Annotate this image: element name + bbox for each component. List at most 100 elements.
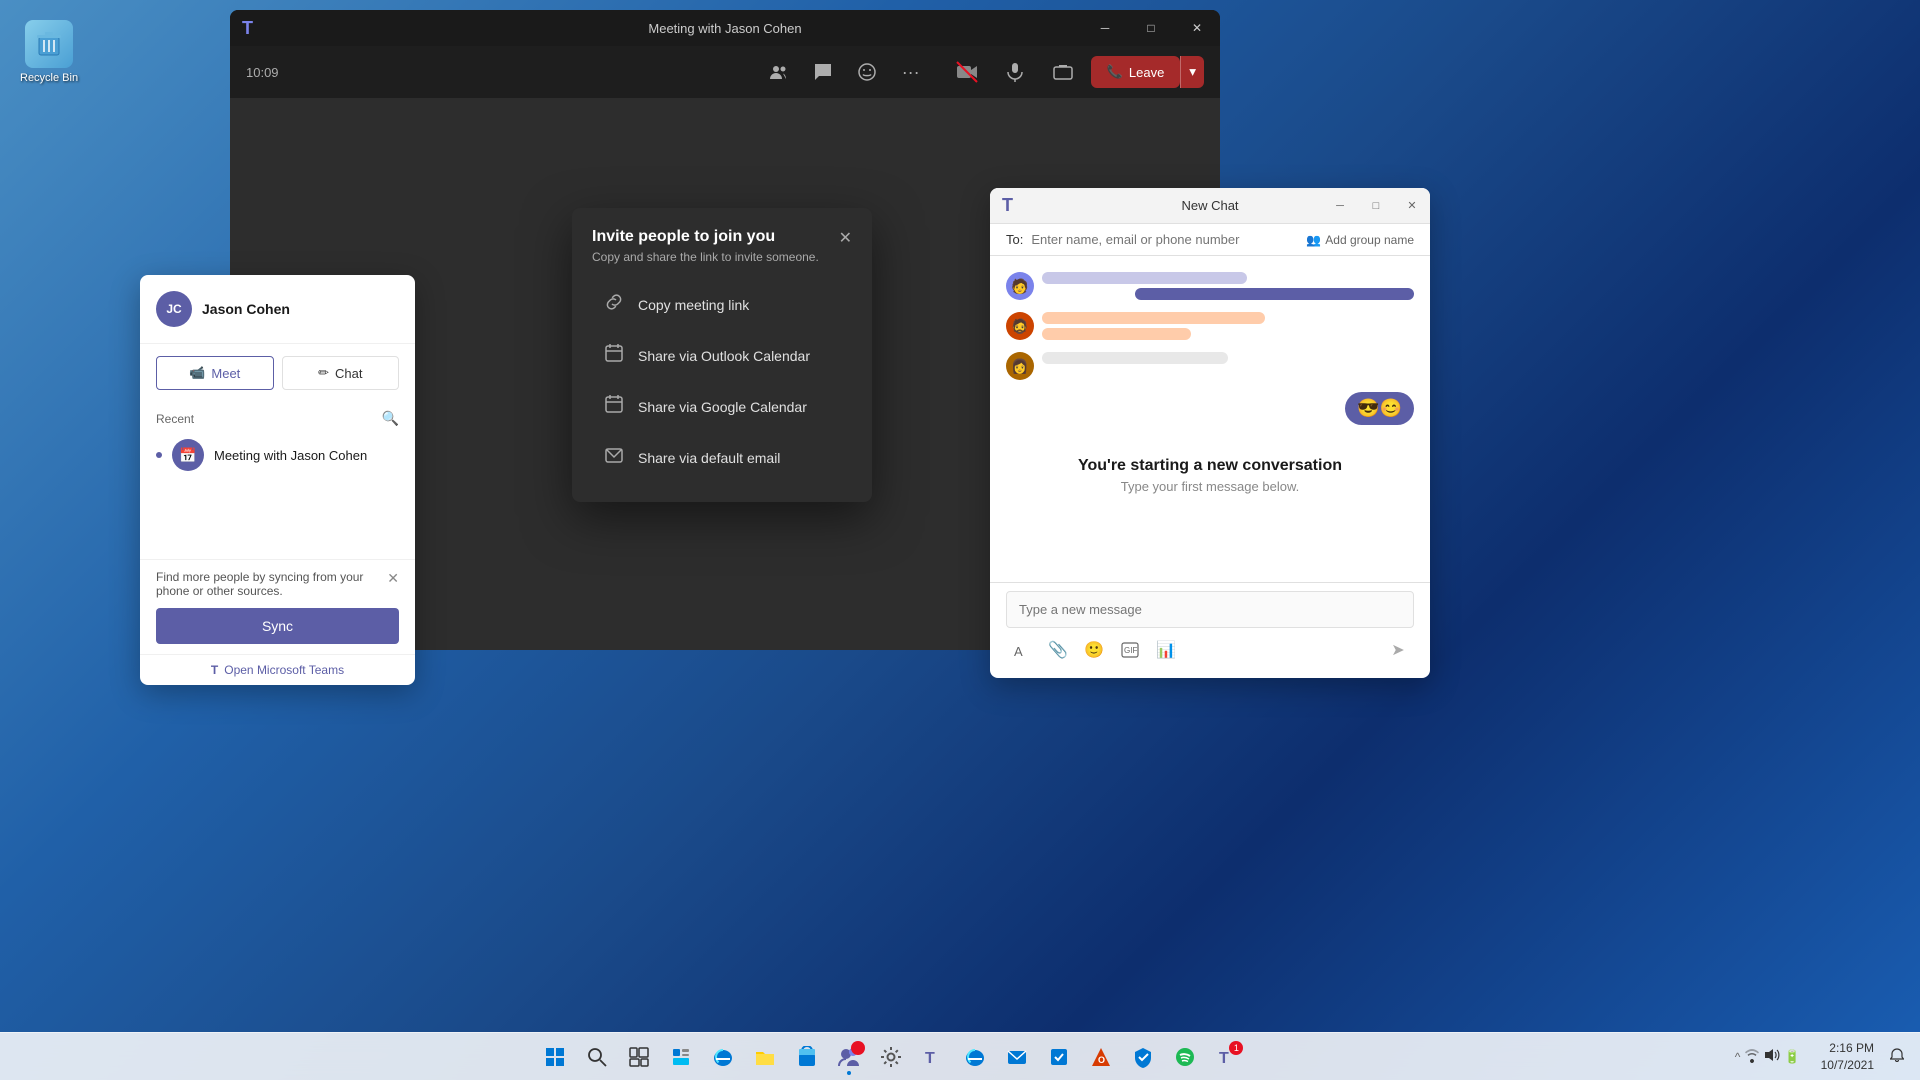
- security-button[interactable]: [1123, 1037, 1163, 1077]
- meet-button[interactable]: 📹 Meet: [156, 356, 274, 390]
- recycle-bin-label: Recycle Bin: [20, 72, 78, 84]
- chart-button[interactable]: 📊: [1150, 634, 1182, 666]
- format-button[interactable]: A: [1006, 634, 1038, 666]
- new-chat-message-input[interactable]: [1006, 591, 1414, 628]
- new-chat-teams-icon: T: [1002, 195, 1013, 216]
- more-icon-button[interactable]: ···: [891, 52, 931, 92]
- svg-text:A: A: [1014, 644, 1023, 658]
- emoji-row: 😎😊: [1006, 392, 1414, 425]
- network-icon[interactable]: [1744, 1047, 1760, 1066]
- message-row-3: 👩: [1006, 352, 1414, 380]
- invite-options-list: Copy meeting link Share via Outlook Cale…: [592, 280, 852, 482]
- share-outlook-option[interactable]: Share via Outlook Calendar: [592, 331, 852, 380]
- message-bubbles-3: [1042, 352, 1414, 364]
- sync-section: Find more people by syncing from your ph…: [140, 559, 415, 685]
- recent-item-icon: 📅: [172, 439, 204, 471]
- message-row-1: 🧑: [1006, 272, 1414, 300]
- new-chat-titlebar: T New Chat ─ □ ✕: [990, 188, 1430, 224]
- minimize-button[interactable]: ─: [1082, 10, 1128, 46]
- new-chat-close-button[interactable]: ✕: [1394, 188, 1430, 224]
- show-hidden-icons[interactable]: ^: [1735, 1050, 1741, 1064]
- taskbar-center: T O: [56, 1037, 1727, 1077]
- new-chat-title: New Chat: [1181, 198, 1238, 213]
- share-outlook-label: Share via Outlook Calendar: [638, 348, 810, 364]
- new-chat-minimize-button[interactable]: ─: [1322, 188, 1358, 224]
- leave-button[interactable]: 📞 Leave: [1091, 56, 1181, 88]
- chat-button[interactable]: ✏ Chat: [282, 356, 400, 390]
- clock-display[interactable]: 2:16 PM 10/7/2021: [1813, 1040, 1882, 1074]
- people-icon-button[interactable]: [759, 52, 799, 92]
- message-row-2: 🧔: [1006, 312, 1414, 340]
- store-button[interactable]: [787, 1037, 827, 1077]
- contact-actions: 📹 Meet ✏ Chat: [140, 344, 415, 402]
- spotify-button[interactable]: [1165, 1037, 1205, 1077]
- settings-button[interactable]: [871, 1037, 911, 1077]
- copy-meeting-link-option[interactable]: Copy meeting link: [592, 280, 852, 329]
- send-button[interactable]: ➤: [1382, 634, 1414, 666]
- edge2-button[interactable]: [955, 1037, 995, 1077]
- add-group-name-button[interactable]: 👥 Add group name: [1306, 233, 1414, 247]
- invite-modal-header: Invite people to join you Copy and share…: [592, 228, 852, 264]
- teams-logo-icon: T: [242, 18, 253, 39]
- task-view-button[interactable]: [619, 1037, 659, 1077]
- teams2-button[interactable]: 1 T: [1207, 1037, 1247, 1077]
- google-calendar-icon: [602, 394, 626, 419]
- teams-app-button[interactable]: T: [913, 1037, 953, 1077]
- teams-small-icon: T: [211, 663, 218, 677]
- sync-button[interactable]: Sync: [156, 608, 399, 644]
- email-icon: [602, 445, 626, 470]
- share-email-option[interactable]: Share via default email: [592, 433, 852, 482]
- mail-button[interactable]: [997, 1037, 1037, 1077]
- teams-chat-button[interactable]: [829, 1037, 869, 1077]
- recent-dot: [156, 452, 162, 458]
- search-button[interactable]: [577, 1037, 617, 1077]
- meeting-title: Meeting with Jason Cohen: [648, 21, 801, 36]
- taskbar: T O: [0, 1032, 1920, 1080]
- new-chat-to-bar: To: 👥 Add group name: [990, 224, 1430, 256]
- chat-icon-button[interactable]: [803, 52, 843, 92]
- recycle-bin[interactable]: Recycle Bin: [20, 20, 78, 84]
- reactions-icon-button[interactable]: [847, 52, 887, 92]
- group-icon: 👥: [1306, 233, 1321, 247]
- mic-icon-button[interactable]: [995, 52, 1035, 92]
- contact-search-icon[interactable]: 🔍: [382, 410, 399, 427]
- notification-button[interactable]: [1886, 1044, 1908, 1069]
- emoji-button[interactable]: 🙂: [1078, 634, 1110, 666]
- leave-dropdown-button[interactable]: ▾: [1180, 56, 1204, 88]
- sync-notice-close-button[interactable]: ✕: [387, 570, 399, 587]
- open-teams-link[interactable]: T Open Microsoft Teams: [140, 654, 415, 685]
- maximize-button[interactable]: □: [1128, 10, 1174, 46]
- outlook-calendar-icon: [602, 343, 626, 368]
- share-email-label: Share via default email: [638, 450, 780, 466]
- to-input[interactable]: [1031, 232, 1298, 247]
- invite-modal-close-button[interactable]: ✕: [839, 228, 852, 248]
- taskbar-right: ^ 🔋 2:16 PM 10/7/2021: [1727, 1040, 1920, 1074]
- bubble-1b: [1135, 288, 1414, 300]
- battery-icon[interactable]: 🔋: [1784, 1049, 1800, 1065]
- start-button[interactable]: [535, 1037, 575, 1077]
- bubble-1a: [1042, 272, 1247, 284]
- bubble-3a: [1042, 352, 1228, 364]
- close-button[interactable]: ✕: [1174, 10, 1220, 46]
- chat-icon: ✏: [318, 365, 329, 381]
- office-button[interactable]: O: [1081, 1037, 1121, 1077]
- toolbar-icons: ···: [759, 52, 931, 92]
- contact-card-header: JC Jason Cohen: [140, 275, 415, 344]
- meeting-toolbar: 10:09: [230, 46, 1220, 98]
- new-chat-restore-button[interactable]: □: [1358, 188, 1394, 224]
- new-chat-messages: 🧑 🧔 👩 😎😊 You're starting a new conversat…: [990, 256, 1430, 582]
- svg-text:T: T: [925, 1050, 935, 1067]
- recent-meeting-item[interactable]: 📅 Meeting with Jason Cohen: [140, 431, 415, 479]
- edge-button[interactable]: [703, 1037, 743, 1077]
- contact-initials: JC: [166, 302, 181, 316]
- gif-button[interactable]: GIF: [1114, 634, 1146, 666]
- share-google-option[interactable]: Share via Google Calendar: [592, 382, 852, 431]
- widgets-button[interactable]: [661, 1037, 701, 1077]
- todo-button[interactable]: [1039, 1037, 1079, 1077]
- share-icon-button[interactable]: [1043, 52, 1083, 92]
- camera-icon-button[interactable]: [947, 52, 987, 92]
- attach-button[interactable]: 📎: [1042, 634, 1074, 666]
- file-explorer-button[interactable]: [745, 1037, 785, 1077]
- contact-name: Jason Cohen: [202, 301, 290, 317]
- volume-icon[interactable]: [1764, 1047, 1780, 1066]
